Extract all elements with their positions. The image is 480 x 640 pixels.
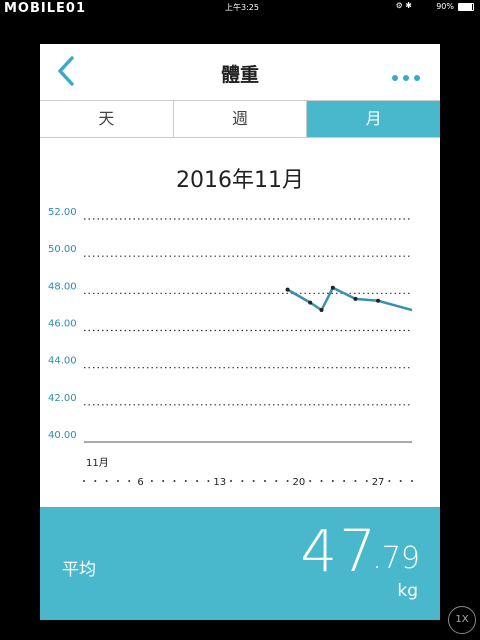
tab-month[interactable]: 月 <box>307 101 440 137</box>
app-screen: 體重 天 週 月 2016年11月 52.00 50.00 48.00 46.00 44… <box>40 44 440 620</box>
more-options-icon[interactable] <box>392 66 426 81</box>
x-tick-dot <box>252 480 255 482</box>
average-panel: 平均 47 .79 kg <box>40 507 440 620</box>
x-tick-label: 6 <box>137 477 143 488</box>
y-tick-label: 52.00 <box>48 207 77 218</box>
average-value-decimal: .79 <box>372 541 420 576</box>
y-tick-label: 44.00 <box>48 356 77 367</box>
x-tick-dot <box>83 480 85 482</box>
x-tick-dot <box>116 480 119 482</box>
x-tick-dot <box>275 480 278 482</box>
x-tick-label: 20 <box>293 477 306 488</box>
x-tick-dot <box>173 480 176 482</box>
weight-series-line <box>286 286 413 312</box>
y-tick-label: 50.00 <box>48 244 77 255</box>
average-value-integer: 47 <box>300 517 378 585</box>
data-point <box>353 296 358 301</box>
status-bar: MOBILE01 上午3:25 ⚙ ✱ 90% <box>0 0 480 16</box>
period-tabs: 天 週 月 <box>40 100 440 138</box>
y-tick-label: 42.00 <box>48 393 77 404</box>
brand-logo: MOBILE01 <box>4 1 86 16</box>
weight-chart: 52.00 50.00 48.00 46.00 44.00 42.00 40.00 11月 6 1… <box>48 207 413 488</box>
data-point <box>285 287 290 292</box>
x-month-label: 11月 <box>86 457 109 469</box>
x-tick-dot <box>94 480 97 482</box>
data-point <box>330 285 335 290</box>
battery-percent: 90% <box>436 2 454 11</box>
bluetooth-icon: ⚙ ✱ <box>395 1 412 10</box>
x-tick-dot <box>286 480 289 482</box>
x-tick-dot <box>411 480 413 482</box>
x-tick-dot <box>105 480 108 482</box>
x-tick-dot <box>399 480 402 482</box>
x-tick-dot <box>128 480 131 482</box>
y-tick-label: 46.00 <box>48 319 77 330</box>
x-tick-dot <box>263 480 266 482</box>
tab-week[interactable]: 週 <box>174 101 308 137</box>
x-tick-dot <box>184 480 187 482</box>
x-tick-dot <box>343 480 346 482</box>
x-tick-dot <box>207 480 210 482</box>
average-label: 平均 <box>62 560 96 580</box>
x-tick-dot <box>365 480 368 482</box>
y-tick-label: 40.00 <box>48 430 77 441</box>
x-tick-dot <box>196 480 199 482</box>
battery-icon <box>458 3 474 11</box>
tab-day[interactable]: 天 <box>40 101 174 137</box>
x-tick-label: 27 <box>372 477 385 488</box>
x-tick-dot <box>388 480 391 482</box>
nav-bar: 體重 <box>40 44 440 100</box>
period-title: 2016年11月 <box>176 168 304 193</box>
x-tick-dot <box>331 480 334 482</box>
status-time: 上午3:25 <box>225 3 259 12</box>
x-tick-dot <box>320 480 323 482</box>
x-tick-label: 13 <box>213 477 226 488</box>
page-title: 體重 <box>220 64 259 86</box>
x-tick-dot <box>162 480 165 482</box>
y-tick-label: 48.00 <box>48 281 77 292</box>
x-tick-dot <box>230 480 233 482</box>
data-point <box>319 308 324 313</box>
x-tick-dot <box>309 480 312 482</box>
data-point <box>308 300 313 305</box>
data-point <box>376 298 381 303</box>
x-tick-dot <box>354 480 357 482</box>
zoom-button[interactable]: 1X <box>448 606 476 634</box>
x-tick-dot <box>150 480 153 482</box>
weight-unit: kg <box>397 581 418 601</box>
x-tick-dot <box>241 480 244 482</box>
